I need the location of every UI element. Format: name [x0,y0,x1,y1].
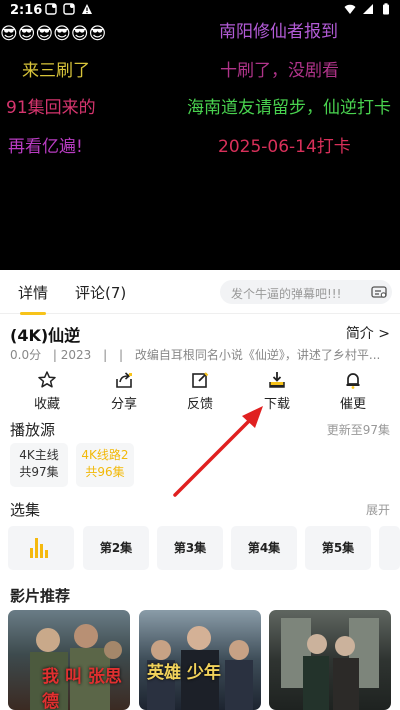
edit-icon [192,372,209,388]
danmaku-comment: 海南道友请留步，仙逆打卡 [187,98,391,118]
danmaku-comment: 😎😎😎😎😎😎 [0,24,107,44]
source-name: 4K线路2 [81,448,129,462]
app-screen: 2:16 😎😎😎😎😎😎 南阳修仙者报到 来三刷了 十刷了，没剧看 91集回来的 … [0,0,400,710]
show-meta: 0.0分 | 2023 | | 改编自耳根同名小说《仙逆》，讲述了乡村平... [10,346,392,363]
signal-icon [363,4,373,14]
source-name: 4K主线 [19,448,59,462]
source-section-title: 播放源 [10,421,56,439]
episode-button[interactable]: 第3集 [157,526,223,570]
meta-separator: | [103,348,108,362]
warning-icon [82,4,92,14]
source-update-status: 更新至97集 [326,423,390,437]
episode-button-partial[interactable] [379,526,400,570]
download-label: 下载 [263,397,290,412]
share-icon [116,372,132,388]
feedback-label: 反馈 [186,397,213,412]
share-label: 分享 [110,397,137,412]
bell-icon [346,373,360,389]
episodes-expand-link[interactable]: 展开 [366,501,390,518]
poster-title: 英雄 少年 [147,663,221,683]
urge-update-label: 催更 [339,397,366,412]
source-option-selected[interactable]: 4K线路2 共96集 [76,443,134,487]
danmaku-comment: 再看亿遍! [8,137,83,157]
action-bar: 收藏 分享 反馈 下载 催更 [0,368,400,414]
show-description: 改编自耳根同名小说《仙逆》，讲述了乡村平... [134,348,381,362]
danmaku-comment: 南阳修仙者报到 [219,22,338,42]
danmaku-input[interactable]: 发个牛逼的弹幕吧!!! [220,280,392,304]
favorite-label: 收藏 [33,397,60,412]
episode-button[interactable]: 第5集 [305,526,371,570]
meta-separator: | [119,348,124,362]
urge-update-button[interactable]: 催更 [323,368,383,412]
status-time: 2:16 [10,3,43,18]
notification-icon [45,3,57,15]
download-button[interactable]: 下载 [247,368,307,412]
episode-button[interactable]: 第4集 [231,526,297,570]
episode-button[interactable]: 第2集 [83,526,149,570]
recommend-section-title: 影片推荐 [10,587,71,605]
source-count: 共96集 [85,465,125,479]
recommend-poster[interactable]: 我 叫 张思德 [8,610,130,710]
feedback-button[interactable]: 反馈 [170,368,230,412]
danmaku-comment: 2025-06-14打卡 [218,137,351,157]
share-button[interactable]: 分享 [94,368,154,412]
recommend-poster[interactable] [269,610,391,710]
poster-title: 我 叫 张思德 [42,667,122,710]
wifi-icon [344,4,356,14]
recommend-poster[interactable]: 英雄 少年 [139,610,261,710]
download-icon [269,372,285,388]
show-year: | 2023 [52,348,92,362]
poster-image [281,618,379,710]
playing-indicator-icon [30,538,50,558]
tab-comments[interactable]: 评论(7) [75,282,126,303]
danmaku-comment: 来三刷了 [22,61,90,81]
battery-icon [383,3,389,15]
danmaku-input-placeholder: 发个牛逼的弹幕吧!!! [231,287,342,301]
star-icon [38,371,56,388]
show-title: (4K)仙逆 [10,326,81,345]
intro-link[interactable]: 简介 > [346,323,390,343]
show-rating: 0.0分 [10,348,42,362]
danmaku-settings-icon[interactable] [370,283,388,301]
danmaku-comment: 十刷了，没剧看 [220,61,339,81]
notification-icon [63,3,75,15]
source-option[interactable]: 4K主线 共97集 [10,443,68,487]
favorite-button[interactable]: 收藏 [17,368,77,412]
tab-details[interactable]: 详情 [18,282,48,315]
danmaku-comment: 91集回来的 [6,98,96,118]
episodes-section-title: 选集 [10,501,41,519]
status-bar: 2:16 [0,0,400,22]
source-count: 共97集 [19,465,59,479]
video-player[interactable]: 2:16 😎😎😎😎😎😎 南阳修仙者报到 来三刷了 十刷了，没剧看 91集回来的 … [0,0,400,270]
